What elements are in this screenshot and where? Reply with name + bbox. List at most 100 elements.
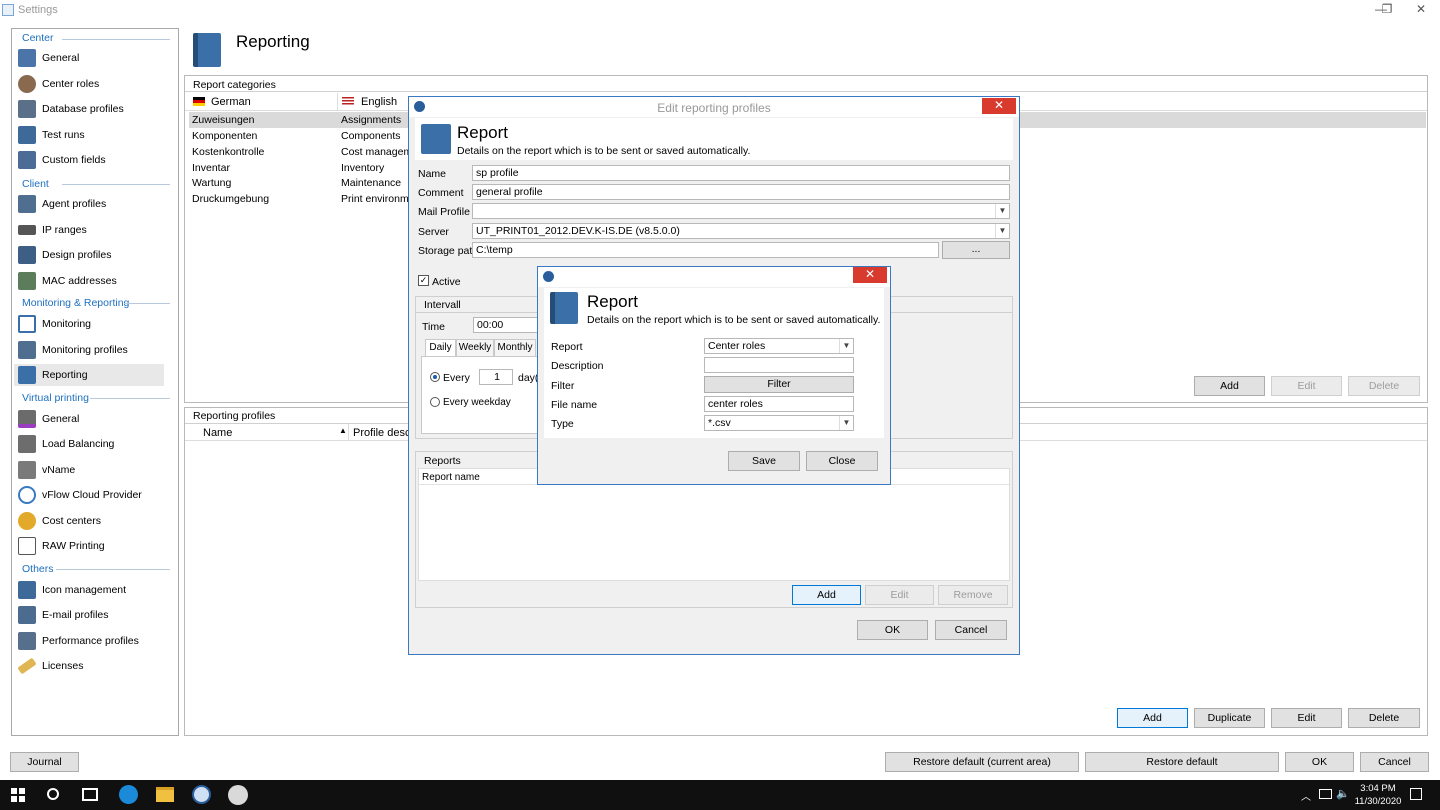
clock-date[interactable]: 11/30/2020: [1352, 796, 1404, 807]
active-checkbox[interactable]: ✓: [418, 275, 429, 286]
mail-profile-select[interactable]: ▼: [472, 203, 1010, 219]
reports-header: Reports: [424, 455, 461, 467]
every-days-stepper[interactable]: 1: [479, 369, 513, 385]
nav-item-vp-general[interactable]: General: [14, 408, 164, 430]
cell-de: Zuweisungen: [192, 114, 255, 126]
chevron-up-icon[interactable]: ︿: [1301, 788, 1311, 803]
file-name-input[interactable]: center roles: [704, 396, 854, 412]
server-select[interactable]: UT_PRINT01_2012.DEV.K-IS.DE (v8.5.0.0) ▼: [472, 223, 1010, 239]
network-plug-icon: [18, 225, 36, 235]
nav-item-center-roles[interactable]: Center roles: [14, 73, 164, 95]
tab-daily[interactable]: Daily: [425, 339, 456, 357]
sort-ascending-icon: ▲: [339, 426, 347, 435]
windows-start-icon[interactable]: [11, 788, 25, 802]
task-view-icon[interactable]: [82, 788, 98, 801]
report-close-button[interactable]: Close: [806, 451, 878, 471]
report-edit-button[interactable]: Edit: [865, 585, 934, 605]
every-weekday-radio[interactable]: [430, 397, 440, 407]
every-radio[interactable]: [430, 372, 440, 382]
nav-item-general[interactable]: General: [14, 47, 164, 69]
nav-item-monitoring[interactable]: Monitoring: [14, 313, 164, 335]
cancel-button[interactable]: Cancel: [1360, 752, 1429, 772]
cell-en: Assignments: [341, 114, 402, 126]
nav-section-virtual-printing: Virtual printing: [22, 392, 89, 404]
close-window-button[interactable]: ✕: [1404, 0, 1438, 20]
us-flag-icon: [342, 97, 354, 106]
profile-delete-button[interactable]: Delete: [1348, 708, 1420, 728]
time-input[interactable]: 00:00: [473, 317, 543, 333]
notifications-icon[interactable]: [1410, 788, 1422, 800]
col-report-name[interactable]: Report name: [422, 472, 480, 483]
storage-path-input[interactable]: C:\temp: [472, 242, 939, 258]
nav-item-performance-profiles[interactable]: Performance profiles: [14, 630, 164, 652]
filter-button[interactable]: Filter: [704, 376, 854, 393]
type-select[interactable]: *.csv ▼: [704, 415, 854, 431]
report-remove-button[interactable]: Remove: [938, 585, 1008, 605]
app-logo-icon[interactable]: [192, 785, 211, 804]
file-name-label: File name: [551, 399, 598, 411]
category-add-button[interactable]: Add: [1194, 376, 1265, 396]
edge-browser-icon[interactable]: [119, 785, 138, 804]
description-input[interactable]: [704, 357, 854, 373]
nav-item-licenses[interactable]: Licenses: [14, 655, 164, 677]
name-input[interactable]: sp profile: [472, 165, 1010, 181]
file-explorer-icon[interactable]: [156, 787, 174, 802]
comment-input[interactable]: general profile: [472, 184, 1010, 200]
settings-app-taskbar-icon[interactable]: [228, 785, 248, 805]
report-select[interactable]: Center roles ▼: [704, 338, 854, 354]
profile-edit-button[interactable]: Edit: [1271, 708, 1342, 728]
window-title: Settings: [18, 4, 58, 16]
col-name[interactable]: Name: [203, 427, 232, 439]
dialog-cancel-button[interactable]: Cancel: [935, 620, 1007, 640]
nav-item-ip-ranges[interactable]: IP ranges: [14, 219, 164, 241]
restore-default-button[interactable]: Restore default: [1085, 752, 1279, 772]
tab-monthly[interactable]: Monthly: [494, 339, 536, 357]
nav-item-reporting[interactable]: Reporting: [14, 364, 164, 386]
nav-item-cost-centers[interactable]: Cost centers: [14, 510, 164, 532]
nav-item-database-profiles[interactable]: Database profiles: [14, 98, 164, 120]
nav-section-client: Client: [22, 178, 49, 190]
cell-en: Components: [341, 130, 401, 142]
col-german[interactable]: German: [211, 96, 251, 108]
browse-button[interactable]: ...: [942, 241, 1010, 259]
monitor-icon: [18, 246, 36, 264]
printer-icon: [18, 410, 36, 428]
nav-item-icon-management[interactable]: Icon management: [14, 579, 164, 601]
report-save-button[interactable]: Save: [728, 451, 800, 471]
nav-item-vname[interactable]: vName: [14, 459, 164, 481]
dialog-subheading: Details on the report which is to be sen…: [457, 145, 751, 157]
cell-de: Druckumgebung: [192, 193, 270, 205]
nav-item-monitoring-profiles[interactable]: Monitoring profiles: [14, 339, 164, 361]
nav-item-test-runs[interactable]: Test runs: [14, 124, 164, 146]
nav-item-load-balancing[interactable]: Load Balancing: [14, 433, 164, 455]
agent-icon: [18, 195, 36, 213]
report-add-button[interactable]: Add: [792, 585, 861, 605]
search-icon[interactable]: [47, 788, 59, 800]
ok-button[interactable]: OK: [1285, 752, 1354, 772]
category-delete-button[interactable]: Delete: [1348, 376, 1420, 396]
profile-duplicate-button[interactable]: Duplicate: [1194, 708, 1265, 728]
divider: [124, 303, 170, 304]
nav-item-custom-fields[interactable]: Custom fields: [14, 149, 164, 171]
dialog-close-button[interactable]: ✕: [982, 98, 1016, 114]
profile-add-button[interactable]: Add: [1117, 708, 1188, 728]
report-dialog-close-button[interactable]: ✕: [853, 267, 887, 283]
nav-item-raw-printing[interactable]: RAW Printing: [14, 535, 164, 557]
cell-en: Inventory: [341, 162, 385, 174]
restore-default-area-button[interactable]: Restore default (current area): [885, 752, 1079, 772]
nav-item-vflow-cloud-provider[interactable]: vFlow Cloud Provider: [14, 484, 164, 506]
journal-button[interactable]: Journal: [10, 752, 79, 772]
col-english[interactable]: English: [361, 96, 397, 108]
report-checklist-icon: [421, 124, 451, 154]
nav-item-email-profiles[interactable]: E-mail profiles: [14, 604, 164, 626]
nav-item-agent-profiles[interactable]: Agent profiles: [14, 193, 164, 215]
restore-button[interactable]: ❐: [1370, 0, 1404, 20]
clock-time[interactable]: 3:04 PM: [1356, 783, 1400, 794]
nav-item-design-profiles[interactable]: Design profiles: [14, 244, 164, 266]
tab-weekly[interactable]: Weekly: [456, 339, 494, 357]
category-edit-button[interactable]: Edit: [1271, 376, 1342, 396]
dialog-ok-button[interactable]: OK: [857, 620, 928, 640]
network-icon[interactable]: [1319, 789, 1332, 799]
volume-icon[interactable]: 🔈: [1336, 787, 1350, 800]
nav-item-mac-addresses[interactable]: MAC addresses: [14, 270, 164, 292]
